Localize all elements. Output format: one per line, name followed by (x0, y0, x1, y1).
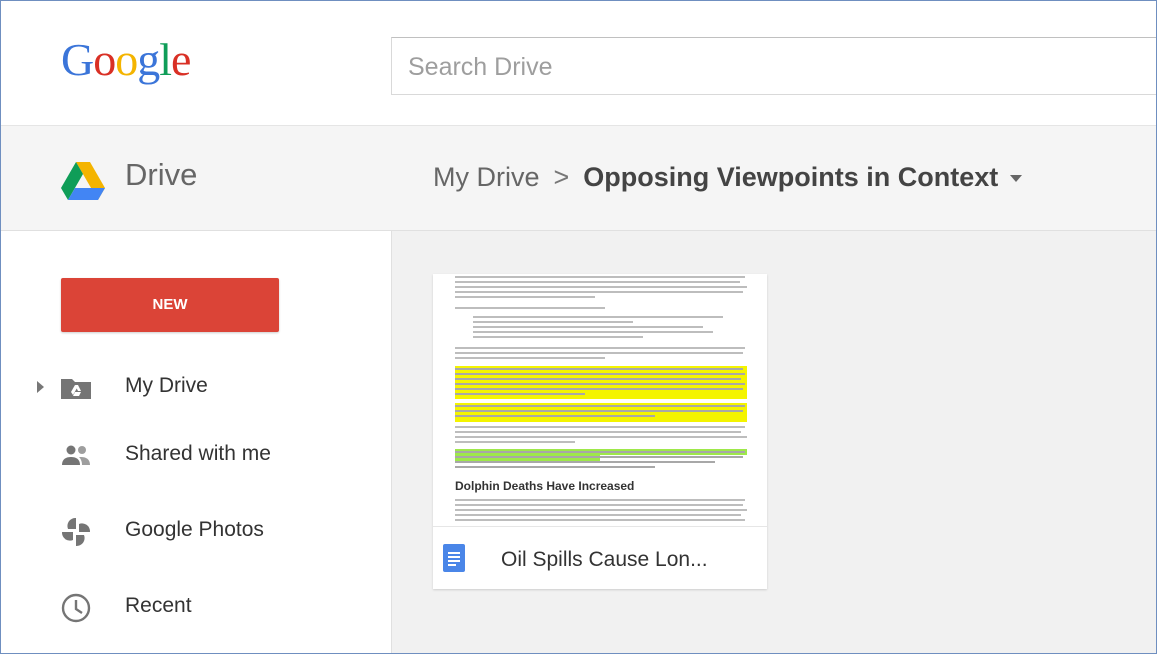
sidebar-item-label: Recent (125, 594, 192, 617)
breadcrumb-current-folder[interactable]: Opposing Viewpoints in Context (583, 162, 998, 192)
search-input[interactable]: Search Drive (391, 37, 1156, 95)
sidebar-item-shared-with-me[interactable]: Shared with me (1, 431, 391, 481)
sidebar-item-my-drive[interactable]: My Drive (1, 363, 391, 413)
top-header: Google Search Drive (1, 1, 1156, 126)
new-button[interactable]: NEW (61, 278, 279, 332)
expand-arrow-icon[interactable] (37, 381, 44, 393)
google-docs-icon (443, 544, 465, 572)
sidebar: NEW My Drive Shared with me Google Photo… (1, 231, 392, 653)
search-placeholder: Search Drive (408, 53, 553, 81)
google-logo[interactable]: Google (61, 34, 191, 85)
sidebar-item-google-photos[interactable]: Google Photos (1, 507, 391, 557)
file-card[interactable]: Dolphin Deaths Have Increased Oil Spills… (433, 274, 767, 589)
file-grid: Dolphin Deaths Have Increased Oil Spills… (392, 231, 1156, 653)
sidebar-item-recent[interactable]: Recent (1, 583, 391, 633)
sidebar-item-label: My Drive (125, 374, 208, 397)
photos-icon (61, 517, 91, 547)
file-name: Oil Spills Cause Lon... (501, 548, 708, 571)
logo-letter: g (137, 34, 160, 85)
logo-letter: l (159, 34, 172, 85)
logo-letter: e (171, 34, 191, 85)
logo-letter: G (61, 34, 94, 85)
breadcrumb: My Drive > Opposing Viewpoints in Context (433, 162, 1023, 193)
clock-icon (61, 593, 91, 623)
breadcrumb-root[interactable]: My Drive (433, 162, 540, 192)
thumbnail-heading: Dolphin Deaths Have Increased (455, 479, 634, 493)
drive-title: Drive (125, 157, 198, 192)
logo-letter: o (115, 34, 138, 85)
drive-logo-icon[interactable] (61, 162, 105, 200)
chevron-down-icon[interactable] (1010, 175, 1023, 183)
breadcrumb-separator: > (553, 162, 570, 192)
logo-letter: o (93, 34, 116, 85)
sidebar-item-label: Shared with me (125, 442, 271, 465)
sidebar-item-label: Google Photos (125, 518, 264, 541)
document-thumbnail: Dolphin Deaths Have Increased (433, 274, 767, 527)
window: Google Search Drive Drive My Drive > Oppos… (0, 0, 1157, 654)
shared-icon (62, 445, 90, 465)
drive-bar: Drive My Drive > Opposing Viewpoints in Co… (1, 126, 1156, 231)
my-drive-icon (61, 379, 91, 399)
